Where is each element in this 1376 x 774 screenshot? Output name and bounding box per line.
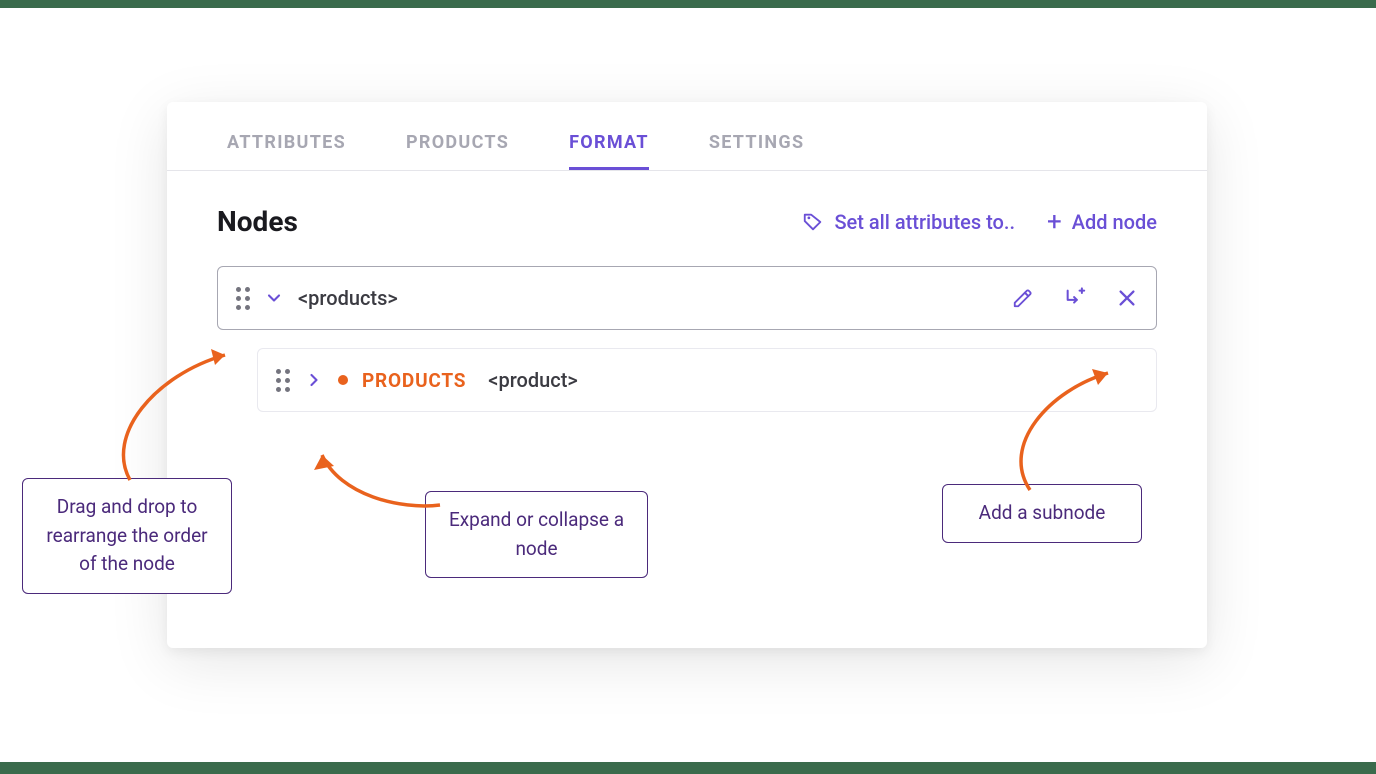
tab-bar: ATTRIBUTES PRODUCTS FORMAT SETTINGS	[167, 102, 1207, 171]
set-all-attributes-button[interactable]: Set all attributes to..	[802, 210, 1015, 234]
tag-icon	[802, 211, 824, 233]
section-header: Nodes Set all attributes to.. + Add node	[217, 205, 1157, 238]
set-all-attributes-label: Set all attributes to..	[834, 210, 1015, 234]
tab-format[interactable]: FORMAT	[569, 132, 649, 170]
status-dot-icon	[338, 375, 348, 385]
section-title: Nodes	[217, 205, 298, 238]
callout-drag-text: Drag and drop to rearrange the order of …	[46, 495, 207, 575]
node-row-product: PRODUCTS <product>	[257, 348, 1157, 412]
add-node-button[interactable]: + Add node	[1047, 209, 1157, 235]
tab-attributes[interactable]: ATTRIBUTES	[227, 132, 346, 170]
remove-node-button[interactable]	[1116, 287, 1138, 309]
tab-settings[interactable]: SETTINGS	[709, 132, 805, 170]
callout-expand-text: Expand or collapse a node	[449, 508, 624, 560]
content-area: Nodes Set all attributes to.. + Add node	[167, 171, 1207, 442]
collapse-toggle[interactable]	[264, 288, 284, 308]
plus-icon: +	[1047, 209, 1062, 235]
callout-drag: Drag and drop to rearrange the order of …	[22, 478, 232, 594]
node-label: <product>	[488, 368, 577, 392]
callout-subnode: Add a subnode	[942, 484, 1142, 543]
add-subnode-icon	[1064, 287, 1086, 309]
drag-handle-icon[interactable]	[276, 369, 290, 392]
expand-toggle[interactable]	[304, 370, 324, 390]
node-badge: PRODUCTS	[362, 369, 466, 392]
node-label: <products>	[298, 286, 398, 310]
bottom-band	[0, 762, 1376, 774]
drag-handle-icon[interactable]	[236, 287, 250, 310]
add-subnode-button[interactable]	[1064, 287, 1086, 309]
add-node-label: Add node	[1072, 210, 1157, 234]
callout-expand: Expand or collapse a node	[425, 491, 648, 578]
node-row-products: <products>	[217, 266, 1157, 330]
main-card: ATTRIBUTES PRODUCTS FORMAT SETTINGS Node…	[167, 102, 1207, 648]
top-band	[0, 0, 1376, 8]
section-actions: Set all attributes to.. + Add node	[802, 209, 1157, 235]
chevron-right-icon	[304, 370, 324, 390]
edit-node-button[interactable]	[1012, 287, 1034, 309]
pencil-icon	[1012, 287, 1034, 309]
callout-subnode-text: Add a subnode	[979, 501, 1106, 524]
tab-products[interactable]: PRODUCTS	[406, 132, 509, 170]
chevron-down-icon	[264, 288, 284, 308]
close-icon	[1116, 287, 1138, 309]
